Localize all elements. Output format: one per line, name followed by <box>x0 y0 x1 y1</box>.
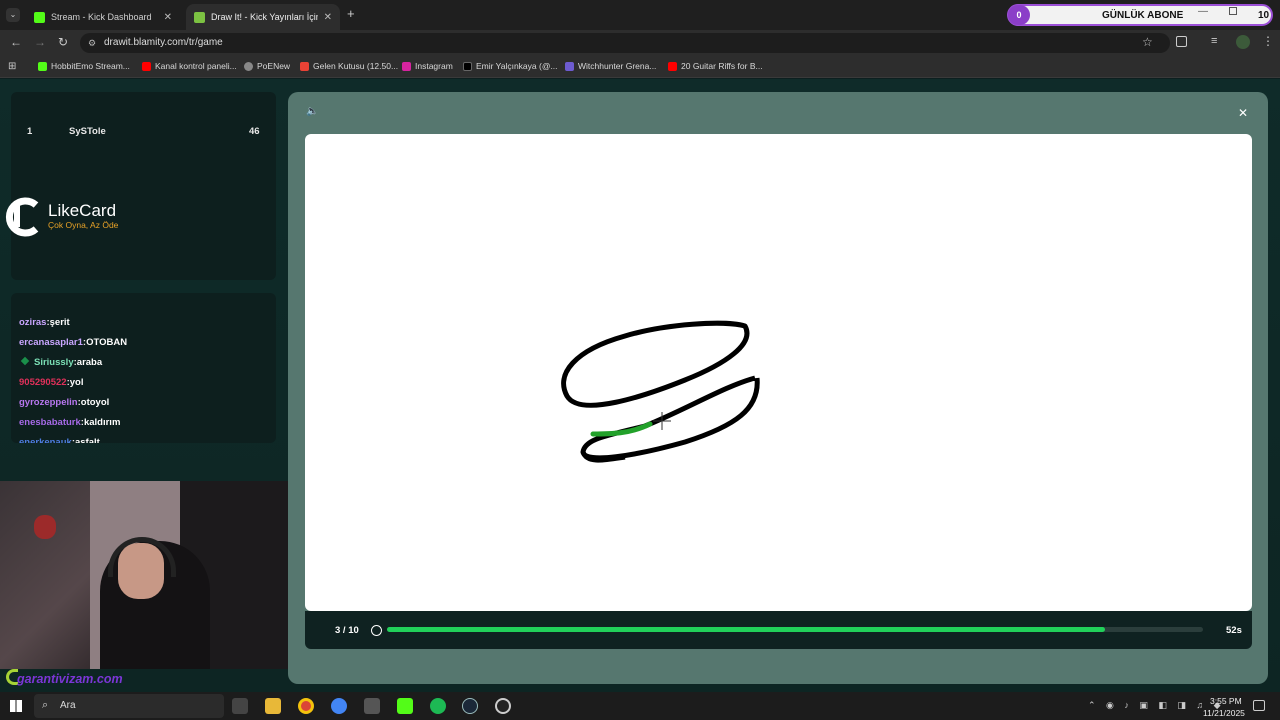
globe-icon <box>244 61 253 71</box>
kick-icon <box>34 11 45 23</box>
tab-title: Stream - Kick Dashboard <box>51 12 152 22</box>
media-icon[interactable]: ≡ <box>1211 35 1217 47</box>
obs-icon[interactable] <box>495 698 511 714</box>
search-icon: ⌕ <box>42 699 49 711</box>
chat-message: Siriussly:araba <box>19 356 102 368</box>
bookmark-item[interactable]: PoENew <box>244 61 290 71</box>
bookmark-item[interactable]: Instagram <box>402 61 453 71</box>
bookmark-item[interactable]: Kanal kontrol paneli... <box>142 61 237 71</box>
round-status-bar: 3 / 10 52s <box>305 611 1252 649</box>
chat-panel: oziras:şerit ercanasaplar1:OTOBAN Sirius… <box>11 293 276 443</box>
profile-avatar[interactable] <box>1236 35 1250 49</box>
likecard-title: LikeCard <box>48 201 117 220</box>
likecard-logo-mark <box>5 197 39 237</box>
bookmark-item[interactable]: HobbitEmo Stream... <box>38 61 130 71</box>
task-view-icon[interactable] <box>232 698 248 714</box>
bookmark-item[interactable]: Gelen Kutusu (12.50... <box>300 61 398 71</box>
youtube-icon <box>668 61 677 71</box>
leaderboard-panel: 1 SySTole 46 <box>11 92 276 280</box>
xbox-icon[interactable] <box>364 698 380 714</box>
apps-icon[interactable]: ⊞ <box>8 61 16 72</box>
bookmark-item[interactable]: 20 Guitar Riffs for B... <box>668 61 763 71</box>
sub-goal-label: GÜNLÜK ABONE <box>1102 10 1184 21</box>
timer-fill <box>387 627 1106 632</box>
windows-taskbar: ⌕ Ara ⌃ ◉ ♪ ▣ ◧ ◨ ♫ ◆ 3:55 PM 11/21/2025 <box>0 692 1280 720</box>
webcam-feed <box>0 481 332 669</box>
search-placeholder: Ara <box>60 700 76 711</box>
kick-studio-icon[interactable] <box>397 698 413 714</box>
green-stroke <box>590 421 653 437</box>
tab-draw-it[interactable]: Draw It! - Kick Yayınları İçin Çizi ✕ <box>186 4 340 30</box>
tab-kick-dashboard[interactable]: Stream - Kick Dashboard ✕ <box>26 4 180 30</box>
chrome-profile-icon[interactable] <box>331 698 347 714</box>
game-container: 🔈 ✕ 3 / 10 52s <box>288 92 1268 684</box>
spotify-icon[interactable] <box>430 698 446 714</box>
close-icon[interactable]: ✕ <box>324 12 332 23</box>
tab-title: Draw It! - Kick Yayınları İçin Çizi <box>211 12 318 22</box>
clock-time[interactable]: 3:55 PM <box>1210 696 1242 706</box>
chrome-icon[interactable] <box>298 698 314 714</box>
windows-start-icon[interactable] <box>10 700 22 712</box>
tab-list-button[interactable]: ⌄ <box>6 8 20 22</box>
sound-icon[interactable]: 🔈 <box>306 106 318 117</box>
chat-message: ercanasaplar1:OTOBAN <box>19 337 128 348</box>
file-explorer-icon[interactable] <box>265 698 281 714</box>
back-icon[interactable]: ← <box>10 35 22 49</box>
likecard-slogan: Çok Oyna, Az Öde <box>48 220 119 230</box>
bookmarks-bar: ⊞ HobbitEmo Stream... Kanal kontrol pane… <box>0 56 1280 78</box>
close-icon[interactable]: ✕ <box>1238 106 1248 120</box>
youtube-icon <box>142 61 151 71</box>
timer-icon <box>371 625 382 636</box>
forward-icon[interactable]: → <box>34 35 46 49</box>
game-page: 1 SySTole 46 LikeCard Çok Oyna, Az Öde o… <box>0 79 1280 692</box>
lower-stroke <box>580 375 760 461</box>
timer-value: 52s <box>1226 625 1242 636</box>
extensions-icon[interactable] <box>1176 36 1187 47</box>
shield-icon <box>565 61 574 71</box>
clock-date[interactable]: 11/21/2025 <box>1203 708 1245 718</box>
url-text: drawit.blamity.com/tr/game <box>104 37 223 48</box>
chat-message: enesbabaturk:kaldırım <box>19 417 121 428</box>
bookmark-item[interactable]: Witchhunter Grena... <box>565 61 656 71</box>
leaderboard-rank: 1 <box>27 126 33 137</box>
watermark-text: garantivizam.com <box>17 672 123 686</box>
url-field[interactable]: ⚙ drawit.blamity.com/tr/game <box>80 33 1170 53</box>
sub-count-badge: 0 <box>1008 5 1030 25</box>
browser-tab-bar: ⌄ Stream - Kick Dashboard ✕ Draw It! - K… <box>0 0 1280 30</box>
drawing-canvas[interactable] <box>305 134 1252 611</box>
chat-message: enerkenauk:asfalt <box>19 437 100 443</box>
timer-track <box>387 627 1203 632</box>
round-counter: 3 / 10 <box>335 625 359 636</box>
site-info-icon[interactable]: ⚙ <box>88 33 96 53</box>
address-bar-row: ← → ↻ ⚙ drawit.blamity.com/tr/game ☆ ≡ ⋮ <box>0 30 1280 56</box>
reload-icon[interactable]: ↻ <box>58 35 68 49</box>
badge-icon <box>20 356 30 366</box>
bookmark-item[interactable]: Emir Yalçınkaya (@... <box>463 61 558 71</box>
menu-icon[interactable]: ⋮ <box>1262 34 1274 48</box>
notification-icon[interactable] <box>1253 700 1265 711</box>
close-icon[interactable]: ✕ <box>164 12 172 23</box>
chat-message: 905290522:yol <box>19 377 84 388</box>
new-tab-button[interactable]: + <box>347 6 355 21</box>
sub-goal-target: 10 <box>1258 10 1270 21</box>
steam-icon[interactable] <box>462 698 478 714</box>
bookmark-star-icon[interactable]: ☆ <box>1142 35 1153 49</box>
taskbar-search[interactable]: ⌕ Ara <box>34 694 224 718</box>
drawit-icon <box>194 11 205 23</box>
drawing-strokes <box>561 320 760 463</box>
kick-icon <box>38 61 47 71</box>
webcam-helmet <box>34 515 56 539</box>
minimize-icon[interactable]: — <box>1198 6 1208 17</box>
chat-message: gyrozeppelin:otoyol <box>19 397 110 408</box>
leaderboard-name: SySTole <box>69 126 106 137</box>
leaderboard-score: 46 <box>249 126 260 137</box>
x-icon <box>463 61 472 71</box>
instagram-icon <box>402 61 411 71</box>
likecard-logo <box>2 197 42 237</box>
gmail-icon <box>300 61 309 71</box>
chat-message: oziras:şerit <box>19 317 70 328</box>
restore-icon[interactable] <box>1229 7 1237 15</box>
